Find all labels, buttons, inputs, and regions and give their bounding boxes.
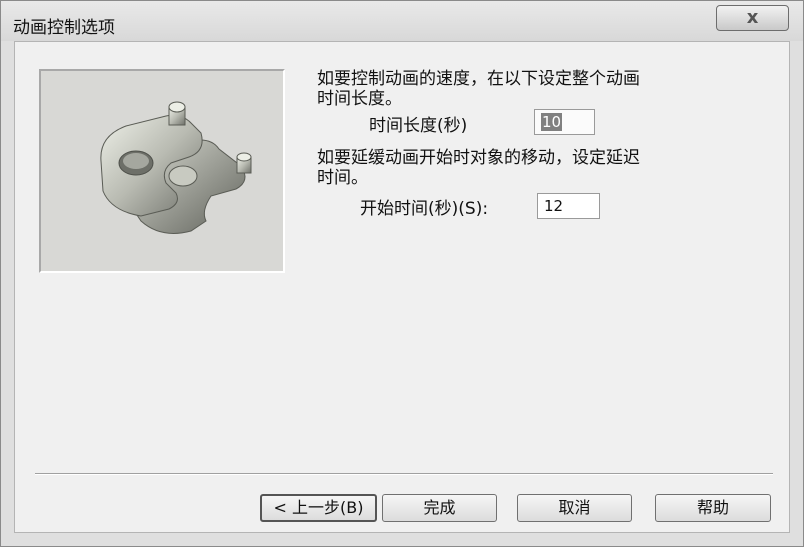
duration-value: 10 <box>541 113 563 131</box>
speed-instruction-line2: 时间长度。 <box>317 89 402 109</box>
dialog-window: 动画控制选项 x 如要控制动画的速度，在以下设定整个动画 时间长度。 时间长度(… <box>0 0 804 547</box>
finish-button[interactable]: 完成 <box>382 494 497 522</box>
mechanical-part-icon <box>100 101 252 234</box>
duration-field[interactable]: 10 <box>534 109 595 135</box>
footer-separator <box>35 473 773 475</box>
delay-instruction-line1: 如要延缓动画开始时对象的移动，设定延迟 <box>317 148 640 168</box>
animation-preview-image <box>39 69 285 273</box>
title-bar[interactable]: 动画控制选项 x <box>1 1 803 41</box>
cancel-button[interactable]: 取消 <box>517 494 632 522</box>
start-time-field[interactable]: 12 <box>537 193 600 219</box>
help-button[interactable]: 帮助 <box>655 494 771 522</box>
start-time-label: 开始时间(秒)(S): <box>360 199 489 219</box>
back-button[interactable]: < 上一步(B) <box>260 494 377 522</box>
dialog-body: 如要控制动画的速度，在以下设定整个动画 时间长度。 时间长度(秒) 10 如要延… <box>14 41 790 533</box>
delay-instruction-line2: 时间。 <box>317 168 368 188</box>
speed-instruction-line1: 如要控制动画的速度，在以下设定整个动画 <box>317 69 640 89</box>
dialog-title: 动画控制选项 <box>13 18 115 38</box>
close-icon: x <box>746 7 759 28</box>
close-button[interactable]: x <box>716 5 789 31</box>
start-time-value: 12 <box>544 197 564 215</box>
duration-label: 时间长度(秒) <box>369 116 468 136</box>
